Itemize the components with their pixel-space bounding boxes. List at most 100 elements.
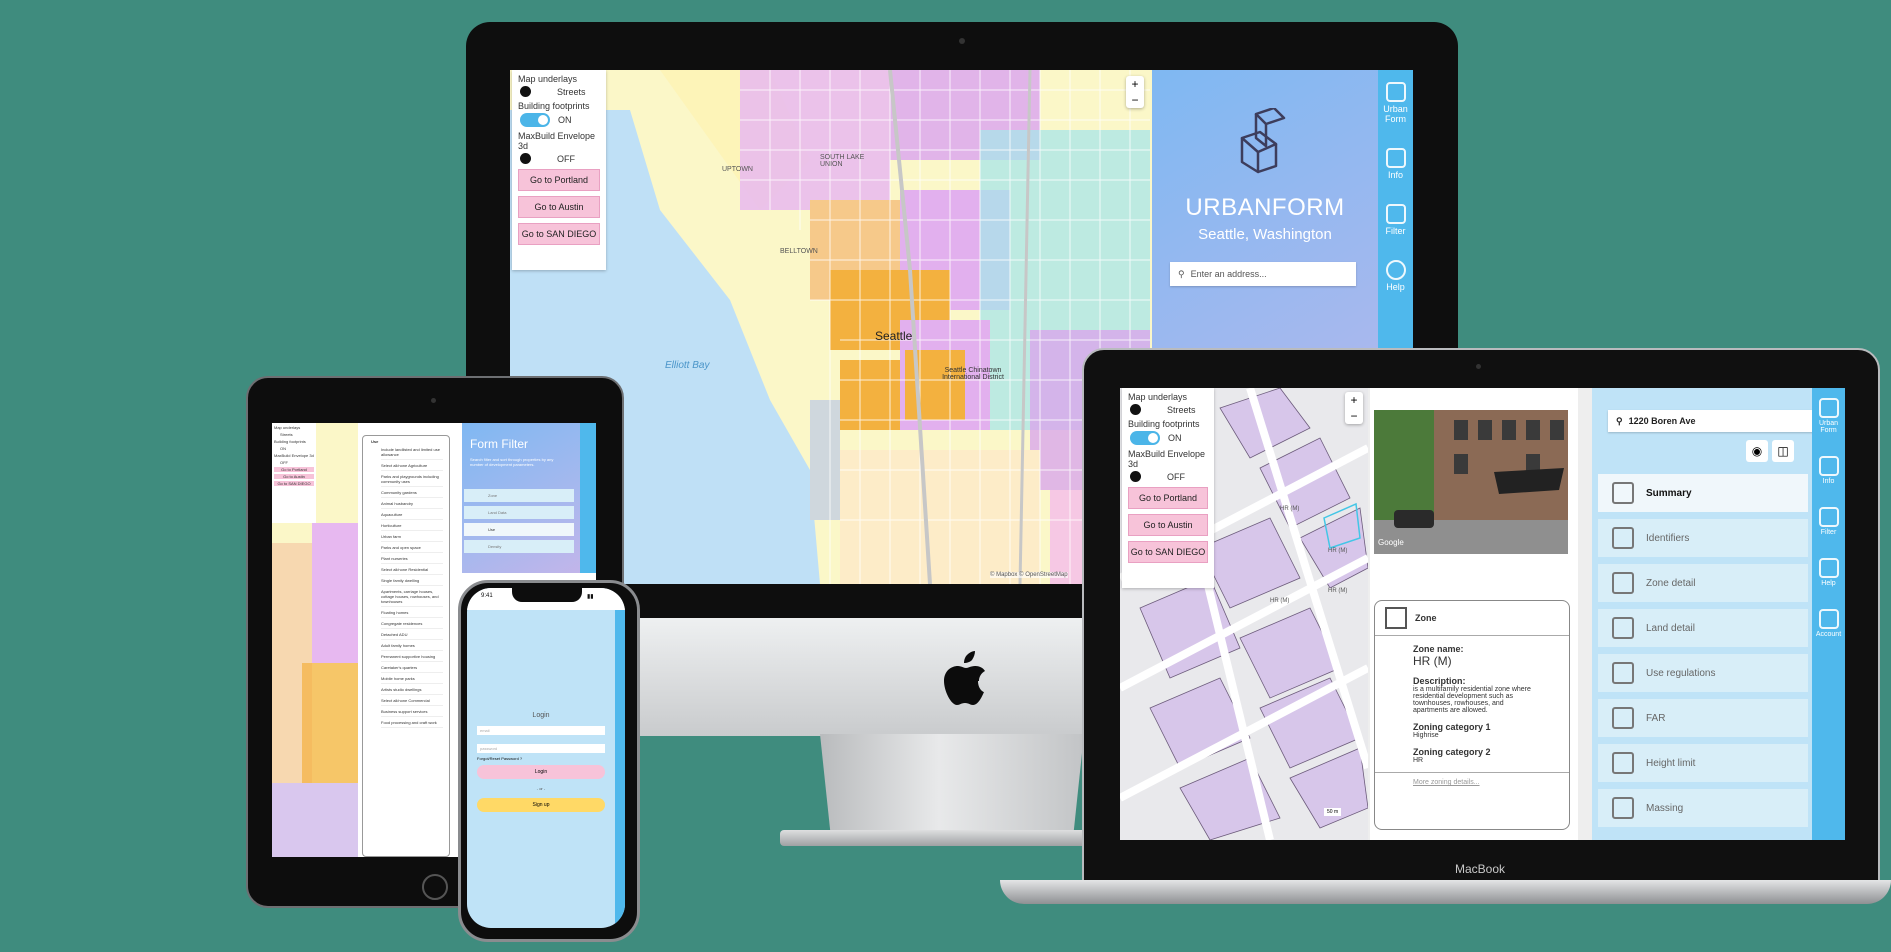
more-zoning-details-link[interactable]: More zoning details...	[1375, 772, 1569, 792]
mb-envelope-toggle[interactable]: OFF	[1130, 471, 1206, 482]
filter-item-zone[interactable]: Zone	[464, 489, 574, 502]
filter-item-land-data[interactable]: Land Data	[464, 506, 574, 519]
nav-info[interactable]: Info	[1378, 148, 1413, 180]
footprints-switch[interactable]	[520, 113, 550, 127]
ipad-austin-button[interactable]: Go to Austin	[274, 474, 314, 479]
use-list-item[interactable]: Select all/none Residential	[381, 567, 443, 575]
use-list-item[interactable]: Urban farm	[381, 534, 443, 542]
ipad-footprints-state[interactable]: ON	[280, 446, 308, 451]
menu-item-massing[interactable]: Massing	[1598, 789, 1808, 827]
mb-zoom-in-button[interactable]: +	[1345, 392, 1363, 408]
mb-address-input[interactable]: ⚲ 1220 Boren Ave	[1608, 410, 1814, 432]
menu-item-zone-detail[interactable]: Zone detail	[1598, 564, 1808, 602]
use-list-item[interactable]: Parks and playgrounds including communit…	[381, 474, 443, 487]
address-search-input[interactable]: ⚲ Enter an address...	[1170, 262, 1356, 286]
folder-search-icon[interactable]: ◫	[1772, 440, 1794, 462]
mb-nav-info[interactable]: Info	[1812, 456, 1845, 485]
imac-stand	[820, 734, 1084, 834]
mb-nav-account[interactable]: Account	[1812, 609, 1845, 638]
menu-item-far[interactable]: FAR	[1598, 699, 1808, 737]
filter-item-density[interactable]: Density	[464, 540, 574, 553]
use-list-item[interactable]: Horticulture	[381, 523, 443, 531]
gear-icon	[1612, 662, 1634, 684]
mb-zoom-out-button[interactable]: −	[1345, 408, 1363, 424]
mb-footprints-switch[interactable]	[1130, 431, 1160, 445]
mb-streets-label: Streets	[1167, 404, 1196, 415]
street-view-photo[interactable]	[1374, 410, 1568, 554]
parcel-label-3: HR (M)	[1328, 548, 1348, 554]
use-list-item[interactable]: Animal husbandry	[381, 501, 443, 509]
mb-footprints-toggle[interactable]: ON	[1130, 431, 1206, 445]
mb-portland-button[interactable]: Go to Portland	[1128, 487, 1208, 509]
nav-urban-form[interactable]: Urban Form	[1378, 82, 1413, 124]
password-field[interactable]: password	[477, 744, 605, 753]
ipad-portland-button[interactable]: Go to Portland	[274, 467, 314, 472]
iphone-nav-rail[interactable]	[615, 610, 625, 928]
use-list-item[interactable]: Select all/none Agriculture	[381, 463, 443, 471]
email-field[interactable]: email	[477, 726, 605, 735]
mb-nav-urban-form[interactable]: Urban Form	[1812, 398, 1845, 434]
use-list-item[interactable]: Artists studio dwellings	[381, 687, 443, 695]
envelope-toggle[interactable]: OFF	[520, 153, 598, 164]
mb-nav-help[interactable]: Help	[1812, 558, 1845, 587]
use-list-item[interactable]: Food processing and craft work	[381, 720, 443, 728]
go-to-san-diego-button[interactable]: Go to SAN DIEGO	[518, 223, 600, 245]
go-to-austin-button[interactable]: Go to Austin	[518, 196, 600, 218]
login-button[interactable]: Login	[477, 765, 605, 779]
menu-item-height-limit[interactable]: Height limit	[1598, 744, 1808, 782]
use-list-item[interactable]: Community gardens	[381, 490, 443, 498]
menu-item-summary[interactable]: Summary	[1598, 474, 1808, 512]
filter-item-use[interactable]: Use	[464, 523, 574, 536]
use-list-item[interactable]: Aquaculture	[381, 512, 443, 520]
map-attribution[interactable]: © Mapbox © OpenStreetMap	[990, 572, 1068, 578]
mb-nav-icon	[1818, 609, 1839, 629]
use-list-item[interactable]: Adult family homes	[381, 643, 443, 651]
use-list-item[interactable]: Parks and open space	[381, 545, 443, 553]
mb-nav-icon	[1818, 398, 1839, 418]
form-filter-panel: Form Filter Search filter and sort throu…	[462, 423, 580, 573]
property-menu: Summary Identifiers Zone detail Land detail…	[1598, 474, 1808, 834]
signup-button[interactable]: Sign up	[477, 798, 605, 812]
ipad-nav-rail[interactable]	[580, 423, 596, 573]
mb-nav-filter[interactable]: Filter	[1812, 507, 1845, 536]
use-list-item[interactable]: Plant nurseries	[381, 556, 443, 564]
map-label-belltown: BELLTOWN	[780, 248, 818, 255]
use-list-item[interactable]: Apartments, carriage houses, cottage hou…	[381, 589, 443, 607]
use-list-item[interactable]: Include landlisted and limited use allow…	[381, 447, 443, 460]
mb-austin-button[interactable]: Go to Austin	[1128, 514, 1208, 536]
footprints-toggle[interactable]: ON	[520, 113, 598, 127]
mb-sandiego-button[interactable]: Go to SAN DIEGO	[1128, 541, 1208, 563]
footprints-label: Building footprints	[518, 101, 590, 111]
streets-toggle[interactable]: Streets	[520, 86, 598, 97]
ipad-streets-label: Streets	[280, 432, 293, 437]
ipad-envelope-state[interactable]: OFF	[280, 460, 308, 465]
mb-streets-toggle[interactable]: Streets	[1130, 404, 1206, 415]
go-to-portland-button[interactable]: Go to Portland	[518, 169, 600, 191]
nav-filter[interactable]: Filter	[1378, 204, 1413, 236]
zoom-in-button[interactable]: +	[1126, 76, 1144, 92]
menu-item-label: Height limit	[1646, 757, 1696, 769]
use-list-item[interactable]: Select all/none Commercial	[381, 698, 443, 706]
ipad-sandiego-button[interactable]: Go to SAN DIEGO	[274, 481, 314, 486]
forgot-password-link[interactable]: Forgot/Reset Password ?	[477, 756, 522, 761]
use-list-item[interactable]: Congregate residences	[381, 621, 443, 629]
use-list-item[interactable]: Single family dwelling	[381, 578, 443, 586]
menu-item-land-detail[interactable]: Land detail	[1598, 609, 1808, 647]
use-list-item[interactable]: Detached ADU	[381, 632, 443, 640]
search-icon: ⚲	[1178, 268, 1185, 279]
use-list-item[interactable]: Caretaker's quarters	[381, 665, 443, 673]
zoom-out-button[interactable]: −	[1126, 92, 1144, 108]
apple-logo-icon	[944, 651, 985, 705]
nav-help[interactable]: Help	[1378, 260, 1413, 292]
locate-pin-icon[interactable]: ◉	[1746, 440, 1768, 462]
use-list-item[interactable]: Business support services	[381, 709, 443, 717]
menu-item-identifiers[interactable]: Identifiers	[1598, 519, 1808, 557]
use-list-item[interactable]: Mobile home parks	[381, 676, 443, 684]
imac-camera	[959, 38, 965, 44]
ipad-footprints-label: Building footprints	[274, 439, 306, 444]
use-list-item[interactable]: Floating homes	[381, 610, 443, 618]
mb-nav-icon	[1818, 456, 1839, 476]
map-zoom-control: + −	[1126, 76, 1144, 108]
use-list-item[interactable]: Permanent supportive housing	[381, 654, 443, 662]
menu-item-use-regulations[interactable]: Use regulations	[1598, 654, 1808, 692]
